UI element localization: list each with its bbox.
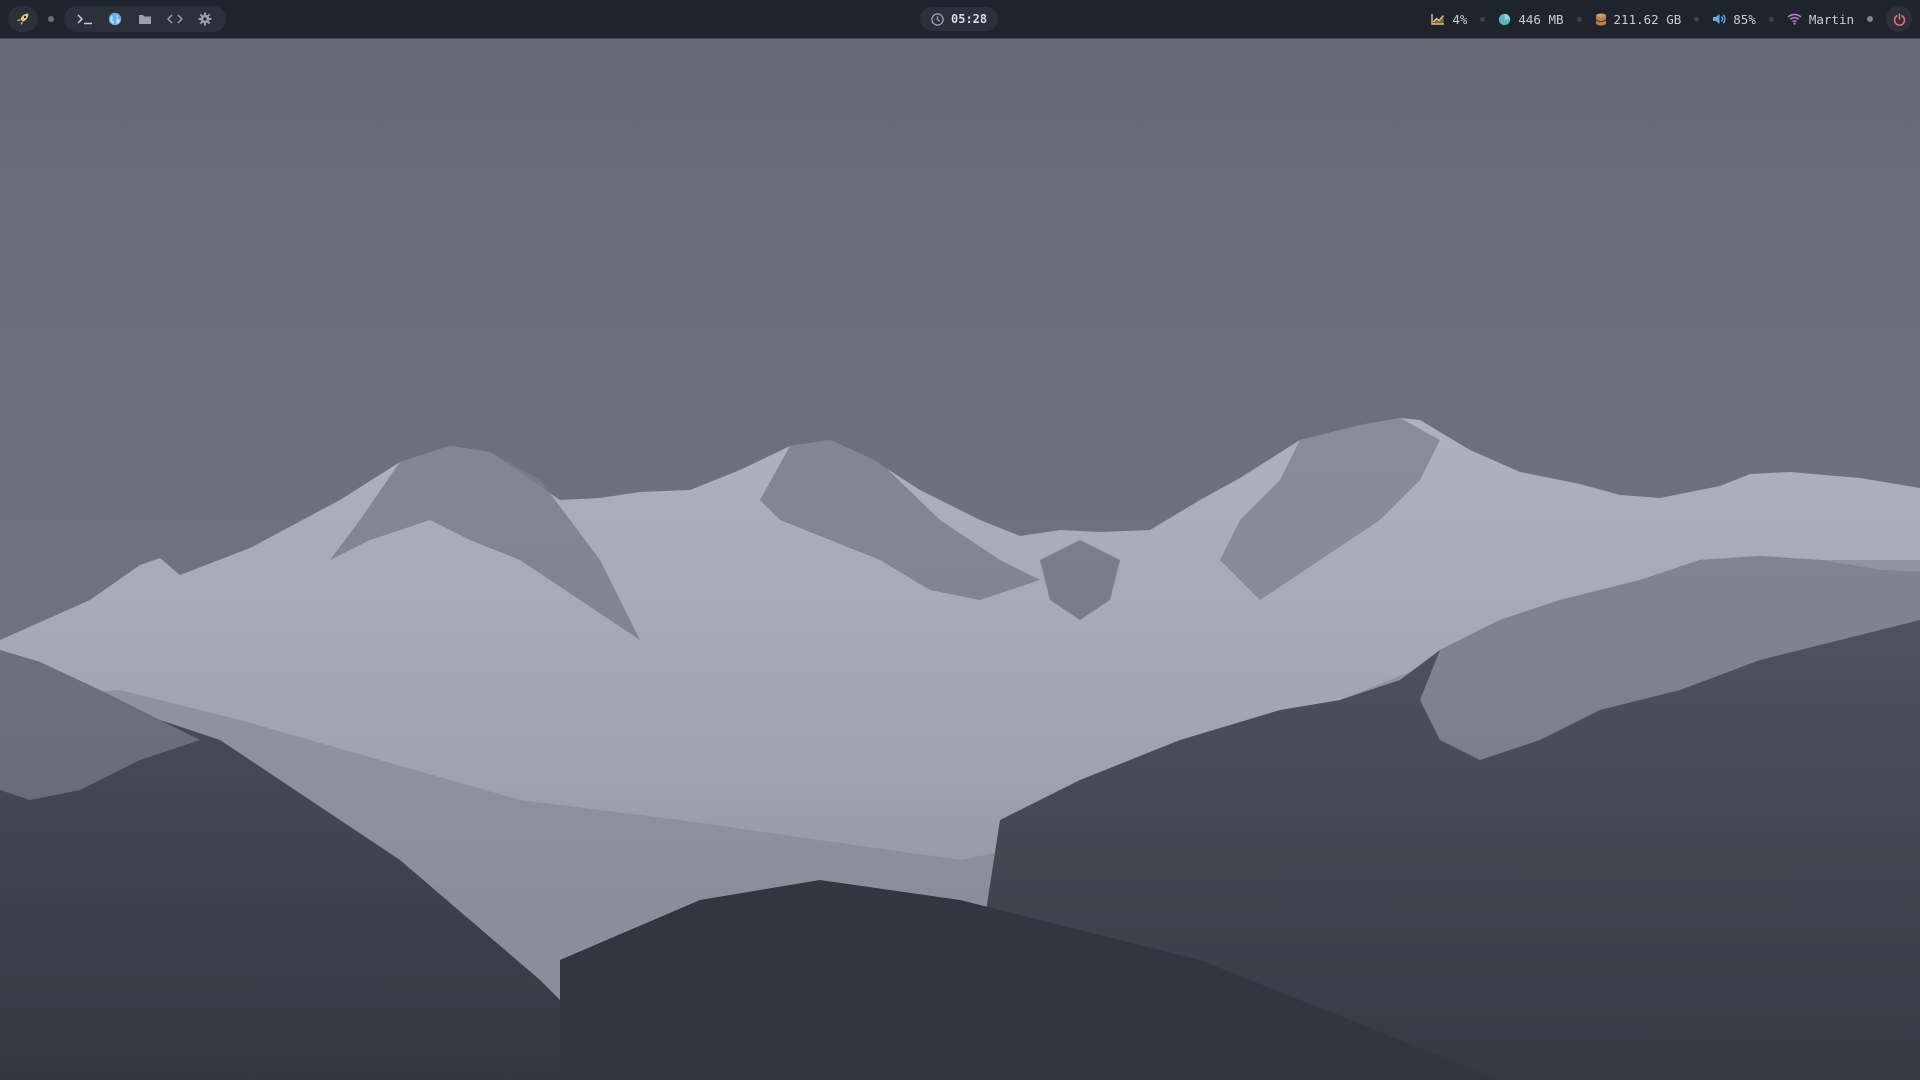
app-dock [64, 6, 226, 32]
network-name: Martin [1808, 11, 1854, 27]
volume-control[interactable]: 85% [1708, 6, 1760, 32]
left-group [8, 6, 226, 32]
separator [1480, 16, 1486, 22]
settings-button[interactable] [190, 6, 220, 32]
disk-usage[interactable]: 211.62 GB [1591, 6, 1686, 32]
launcher-button[interactable] [8, 6, 38, 32]
separator [1768, 16, 1774, 22]
chart-icon [1431, 14, 1445, 25]
rocket-icon [17, 13, 29, 25]
power-icon [1893, 12, 1905, 26]
memory-usage[interactable]: 446 MB [1494, 6, 1567, 32]
terminal-icon [77, 14, 92, 25]
files-button[interactable] [130, 6, 160, 32]
separator [1576, 16, 1582, 22]
memory-value: 446 MB [1518, 11, 1564, 27]
code-icon [167, 14, 183, 24]
top-bar: 05:28 4% 446 MB 211.62 GB 85% Martin [0, 0, 1920, 38]
cpu-usage[interactable]: 4% [1427, 6, 1471, 32]
gear-icon [198, 12, 212, 26]
desktop: 05:28 4% 446 MB 211.62 GB 85% Martin [0, 0, 1920, 1080]
disk-value: 211.62 GB [1613, 11, 1682, 27]
speaker-icon [1713, 14, 1726, 24]
code-editor-button[interactable] [160, 6, 190, 32]
workspace-indicator[interactable] [48, 16, 54, 22]
clock-widget[interactable]: 05:28 [920, 7, 999, 31]
cpu-value: 4% [1452, 11, 1468, 27]
separator [1867, 16, 1873, 22]
wallpaper [0, 0, 1920, 1080]
browser-button[interactable] [100, 6, 130, 32]
status-group: 4% 446 MB 211.62 GB 85% Martin [1427, 6, 1912, 32]
separator [1694, 16, 1700, 22]
power-button[interactable] [1886, 6, 1912, 32]
clock-time: 05:28 [951, 12, 988, 26]
globe-icon [108, 12, 122, 26]
network-status[interactable]: Martin [1783, 6, 1858, 32]
terminal-button[interactable] [70, 6, 100, 32]
clock-icon [931, 12, 944, 26]
pie-icon [1499, 13, 1511, 25]
wifi-icon [1787, 13, 1802, 25]
folder-icon [139, 15, 151, 24]
database-icon [1595, 13, 1606, 25]
volume-value: 85% [1733, 11, 1756, 27]
